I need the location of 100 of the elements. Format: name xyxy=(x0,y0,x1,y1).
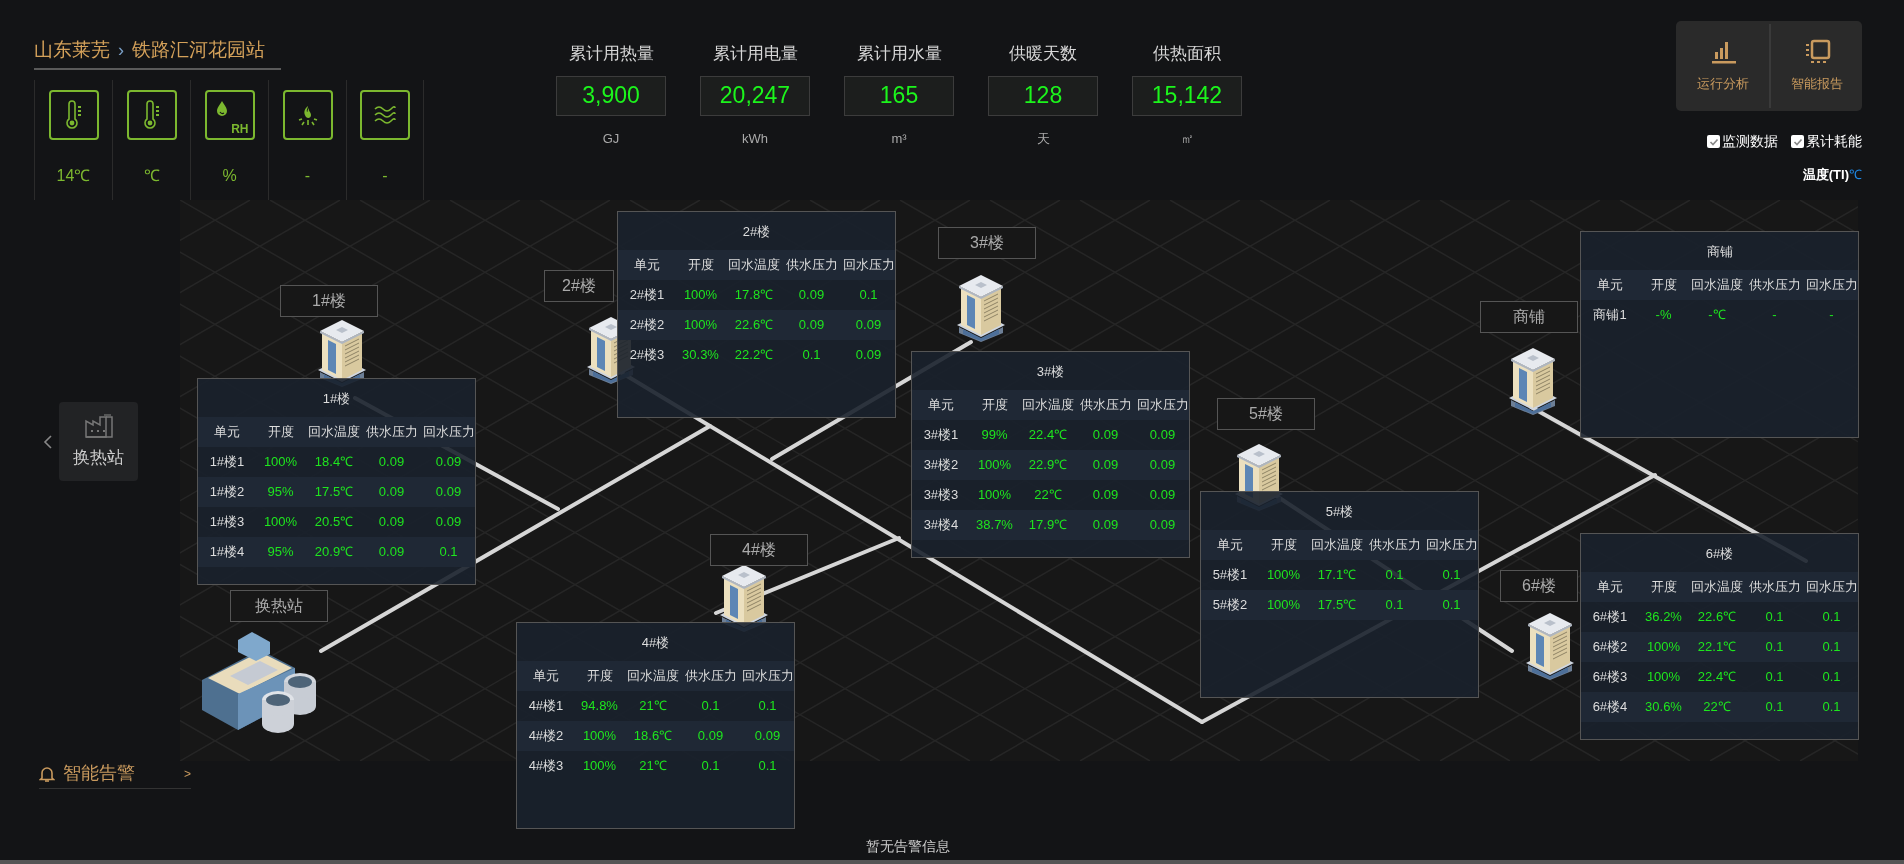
map-label: 5#楼 xyxy=(1217,398,1315,430)
column-header: 回水压力 xyxy=(1805,577,1858,596)
icon-label: RH xyxy=(231,122,249,135)
column-header: 回水压力 xyxy=(1805,275,1858,294)
table-cell-text: 4#楼1 xyxy=(528,696,564,715)
table-cell-text: 6#楼3 xyxy=(1592,667,1628,686)
stat-unit: ㎡ xyxy=(1180,129,1194,148)
stat-label: 累计用热量 xyxy=(568,43,654,65)
table-cell-text: 0.09 xyxy=(1149,425,1176,444)
sensor-value: 14℃ xyxy=(56,165,91,186)
sensor-value: - xyxy=(304,165,311,186)
table-cell-text: 0.09 xyxy=(1149,455,1176,474)
table-cell-text: 0.09 xyxy=(435,482,462,501)
breadcrumb-current: 铁路汇河花园站 xyxy=(132,38,265,62)
table-cell-text: 21℃ xyxy=(639,696,667,715)
column-header: 回水压力 xyxy=(741,666,794,685)
table-cell-text: 0.09 xyxy=(855,315,882,334)
table-cell-text: 0.09 xyxy=(435,452,462,471)
table-cell-text: 1#楼2 xyxy=(209,482,245,501)
table-cell-text: 0.1 xyxy=(758,756,777,775)
column-header: 回水压力 xyxy=(1136,395,1189,414)
table-cell-text: 3#楼2 xyxy=(923,455,959,474)
table-cell-text: 5#楼1 xyxy=(1212,565,1248,584)
table-cell-text: 0.09 xyxy=(1092,425,1119,444)
table-cell-text: 94.8% xyxy=(581,696,618,715)
table-cell-text: 0.09 xyxy=(1092,455,1119,474)
table-cell-text: - xyxy=(1829,305,1834,324)
station-nav-button[interactable]: 换热站 xyxy=(59,402,138,481)
checkbox[interactable] xyxy=(1791,135,1804,148)
table-cell-text: 22.6℃ xyxy=(734,315,774,334)
table-cell-text: 22℃ xyxy=(1034,485,1062,504)
column-header: 开度 xyxy=(1650,275,1677,294)
table-cell-text: 99% xyxy=(981,425,1008,444)
table-cell-text: 6#楼1 xyxy=(1592,607,1628,626)
table-cell-text: 17.5℃ xyxy=(1317,595,1357,614)
table-cell-text: -% xyxy=(1655,305,1672,324)
sensor-value: ℃ xyxy=(143,165,160,186)
table-cell-text: 3#楼4 xyxy=(923,515,959,534)
table-cell-text: 95% xyxy=(267,542,294,561)
table-cell-text: 100% xyxy=(1646,667,1681,686)
map-label: 6#楼 xyxy=(1500,570,1578,602)
column-header: 单元 xyxy=(533,666,559,685)
table-cell-text: 0.1 xyxy=(1822,667,1841,686)
table-cell-text: 95% xyxy=(267,482,294,501)
legend-label: 温度(TI) xyxy=(1802,166,1849,184)
table-cell-text: 100% xyxy=(683,315,718,334)
column-header: 开度 xyxy=(981,395,1008,414)
table-cell-text: 1#楼1 xyxy=(209,452,245,471)
map-label: 商铺 xyxy=(1480,301,1578,333)
column-header: 回水温度 xyxy=(1691,275,1743,294)
table-cell-text: 100% xyxy=(1646,637,1681,656)
table-cell-text: 30.3% xyxy=(682,345,719,364)
checkbox[interactable] xyxy=(1707,135,1720,148)
table-cell-text: 0.09 xyxy=(1149,485,1176,504)
toolbar-button[interactable]: 智能报告 xyxy=(1769,24,1862,108)
table-cell-text: 0.09 xyxy=(378,542,405,561)
stat-value: 3,900 xyxy=(556,75,666,116)
table-cell-text: 0.09 xyxy=(378,452,405,471)
table-cell-text: 20.5℃ xyxy=(314,512,354,531)
table-cell-text: 6#楼2 xyxy=(1592,637,1628,656)
table-cell-text: -℃ xyxy=(1708,305,1726,324)
table-cell-text: 17.8℃ xyxy=(734,285,774,304)
table-cell-text: 0.1 xyxy=(1442,565,1461,584)
column-header: 单元 xyxy=(634,255,660,274)
bell-icon xyxy=(39,764,55,783)
table-cell-text: 100% xyxy=(582,726,617,745)
column-header: 供水压力 xyxy=(365,422,418,441)
alarm-title: 智能告警 xyxy=(63,762,135,785)
column-header: 开度 xyxy=(267,422,294,441)
table-cell-text: 0.1 xyxy=(1765,607,1784,626)
chevron-left-icon[interactable] xyxy=(43,433,53,450)
table-cell-text: 商铺1 xyxy=(1593,305,1627,324)
column-header: 供水压力 xyxy=(785,255,838,274)
table-cell-text: 100% xyxy=(977,485,1012,504)
stat-label: 供热面积 xyxy=(1153,43,1221,65)
table-cell-text: 3#楼3 xyxy=(923,485,959,504)
column-header: 单元 xyxy=(214,422,240,441)
table-cell-text: 4#楼2 xyxy=(528,726,564,745)
expand-arrow[interactable]: > xyxy=(184,764,191,783)
map-label: 1#楼 xyxy=(280,285,378,317)
table-cell-text: 0.09 xyxy=(435,512,462,531)
stat-value: 15,142 xyxy=(1132,75,1242,116)
table-cell-text: 0.09 xyxy=(697,726,724,745)
table-cell-text: 22.2℃ xyxy=(734,345,774,364)
toolbar-button[interactable]: 运行分析 xyxy=(1676,24,1769,108)
column-header: 单元 xyxy=(1217,535,1243,554)
stat-value: 165 xyxy=(844,75,954,116)
stat-value: 128 xyxy=(988,75,1098,116)
table-cell-text: 0.09 xyxy=(1092,515,1119,534)
column-header: 开度 xyxy=(687,255,714,274)
table-cell-text: 0.09 xyxy=(1092,485,1119,504)
column-header: 单元 xyxy=(1597,275,1623,294)
table-cell-text: 0.1 xyxy=(1822,637,1841,656)
breadcrumb-link[interactable]: 山东莱芜 xyxy=(34,36,110,65)
table-cell-text: 0.1 xyxy=(1385,565,1404,584)
table-cell-text: 5#楼2 xyxy=(1212,595,1248,614)
column-header: 供水压力 xyxy=(1748,577,1801,596)
column-header: 回水温度 xyxy=(728,255,780,274)
table-cell-text: 0.1 xyxy=(1765,697,1784,716)
sensor-value: - xyxy=(382,165,388,186)
